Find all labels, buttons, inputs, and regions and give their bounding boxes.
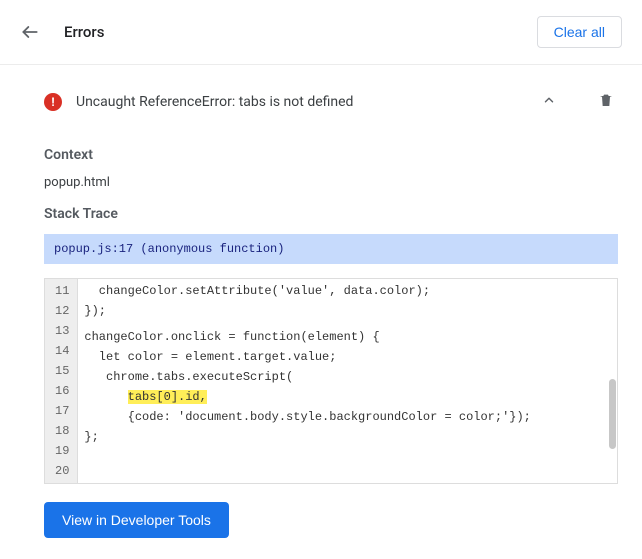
code-line: changeColor.onclick = function(element) … <box>78 327 617 347</box>
context-heading: Context <box>44 147 618 163</box>
code-snippet: 11121314151617181920 changeColor.setAttr… <box>44 278 618 484</box>
line-number: 13 <box>45 321 77 341</box>
code-line: }); <box>78 301 617 321</box>
code-line: }; <box>78 427 617 447</box>
line-number: 11 <box>45 281 77 301</box>
collapse-chevron-icon[interactable] <box>534 89 564 115</box>
line-number: 17 <box>45 401 77 421</box>
code-line: changeColor.setAttribute('value', data.c… <box>78 281 617 301</box>
line-number: 12 <box>45 301 77 321</box>
clear-all-button[interactable]: Clear all <box>537 16 622 48</box>
line-number: 20 <box>45 461 77 481</box>
line-number: 18 <box>45 421 77 441</box>
line-number: 15 <box>45 361 77 381</box>
line-number: 14 <box>45 341 77 361</box>
line-number: 19 <box>45 441 77 461</box>
line-number-gutter: 11121314151617181920 <box>45 279 78 483</box>
error-icon: ! <box>44 93 62 111</box>
code-line <box>78 447 617 453</box>
code-line: let color = element.target.value; <box>78 347 617 367</box>
code-line: chrome.tabs.executeScript( <box>78 367 617 387</box>
error-message: Uncaught ReferenceError: tabs is not def… <box>76 94 520 110</box>
scrollbar-thumb[interactable] <box>609 379 616 449</box>
line-number: 16 <box>45 381 77 401</box>
code-line: tabs[0].id, <box>78 387 617 407</box>
error-item: ! Uncaught ReferenceError: tabs is not d… <box>44 77 618 131</box>
code-line: {code: 'document.body.style.backgroundCo… <box>78 407 617 427</box>
page-title: Errors <box>64 23 104 41</box>
delete-icon[interactable] <box>594 87 618 117</box>
code-lines: changeColor.setAttribute('value', data.c… <box>78 279 617 483</box>
back-arrow-icon[interactable] <box>20 22 40 42</box>
stack-frame[interactable]: popup.js:17 (anonymous function) <box>44 234 618 264</box>
context-value: popup.html <box>44 175 618 190</box>
view-devtools-button[interactable]: View in Developer Tools <box>44 502 229 538</box>
stack-trace-heading: Stack Trace <box>44 206 618 222</box>
highlighted-code: tabs[0].id, <box>128 390 207 404</box>
